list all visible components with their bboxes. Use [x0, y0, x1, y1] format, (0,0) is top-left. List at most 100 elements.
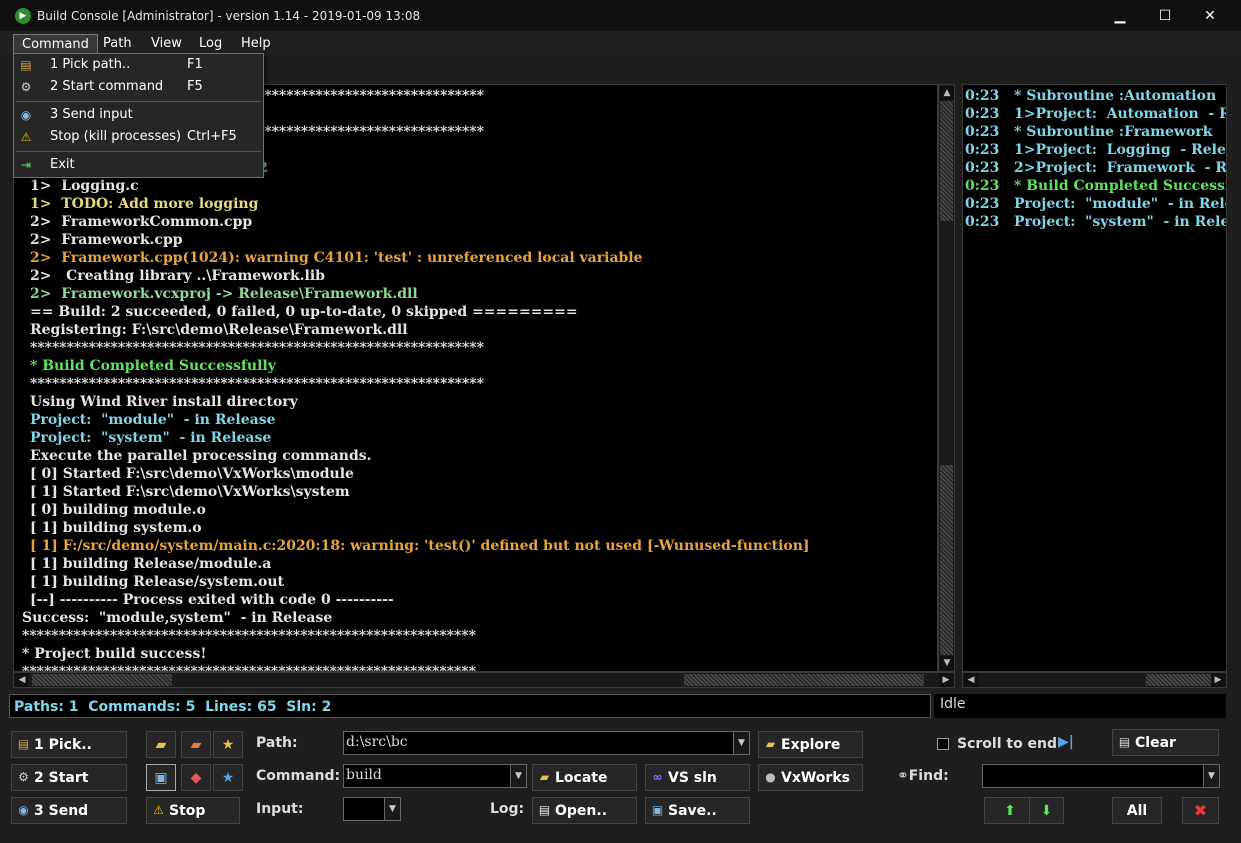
menu-item-send-input[interactable]: ◉ 3 Send input: [14, 104, 263, 126]
stop-button[interactable]: ⚠ Stop: [146, 797, 240, 824]
open-log-button-label: Open..: [555, 802, 608, 819]
console-line: Project: "module" - in Release: [30, 412, 276, 428]
path-input[interactable]: d:\src\bc ▼: [343, 731, 750, 755]
save-icon: ▣: [651, 803, 664, 817]
input-label: Input:: [256, 801, 304, 817]
hscrollbar-thumb[interactable]: [1146, 674, 1211, 686]
warning-icon: ⚠: [153, 803, 164, 817]
scroll-left-arrow-icon[interactable]: ◀: [15, 673, 29, 687]
menu-item-start-command[interactable]: ⚙ 2 Start command F5: [14, 76, 263, 98]
arrow-down-icon: ⬇: [1040, 802, 1053, 819]
menu-command[interactable]: Command: [13, 34, 98, 54]
app-icon: ▶: [15, 7, 31, 24]
send-button-label: 3 Send: [34, 802, 89, 819]
menu-item-label: Stop (kill processes): [50, 129, 182, 144]
scrollbar-thumb[interactable]: [940, 101, 953, 221]
input-field[interactable]: ▼: [343, 797, 401, 821]
star-icon: ★: [221, 736, 235, 753]
console-line: Success: "module,system" - in Release: [22, 610, 333, 626]
hscrollbar-track[interactable]: [684, 674, 924, 686]
save-log-button[interactable]: ▣ Save..: [645, 797, 750, 824]
summary-line: 0:23 1>Project: Automation - Re: [965, 106, 1227, 122]
hscrollbar-thumb[interactable]: [32, 674, 172, 686]
open-log-button[interactable]: ▤ Open..: [532, 797, 637, 824]
menu-view[interactable]: View: [143, 34, 190, 54]
remove-command-button[interactable]: ◆: [181, 764, 211, 791]
find-all-button[interactable]: All: [1112, 797, 1162, 824]
menu-log[interactable]: Log: [191, 34, 230, 54]
scroll-right-arrow-icon[interactable]: ▶: [939, 673, 953, 687]
command-input[interactable]: build ▼: [343, 764, 527, 788]
vs-sln-button[interactable]: ∞ VS sln: [645, 764, 750, 791]
menu-path[interactable]: Path: [95, 34, 140, 54]
menu-item-label: 3 Send input: [50, 107, 133, 122]
send-button[interactable]: ◉ 3 Send: [11, 797, 127, 824]
binoculars-icon: ⚭: [897, 768, 909, 784]
pick-button[interactable]: ▤ 1 Pick..: [11, 731, 127, 758]
chevron-down-icon[interactable]: ▼: [384, 798, 400, 820]
console-line: [ 1] Started F:\src\demo\VxWorks\system: [30, 484, 350, 500]
remove-path-button[interactable]: ▰: [181, 731, 211, 758]
start-button[interactable]: ⚙ 2 Start: [11, 764, 127, 791]
explore-button[interactable]: ▰ Explore: [758, 731, 863, 758]
clear-find-button[interactable]: ✖: [1182, 797, 1219, 824]
gear-icon: ⚙: [18, 770, 29, 784]
menu-item-exit[interactable]: ⇥ Exit: [14, 154, 263, 176]
skip-end-icon[interactable]: ▶|: [1058, 734, 1074, 750]
menu-item-pick-path[interactable]: ▤ 1 Pick path.. F1: [14, 54, 263, 76]
add-command-button[interactable]: ▣: [146, 764, 176, 791]
console-line: * Build Completed Successfully: [30, 358, 276, 374]
menu-separator: [16, 151, 261, 152]
book-icon: ▤: [20, 58, 32, 72]
chevron-down-icon[interactable]: ▼: [1203, 765, 1219, 787]
add-path-button[interactable]: ▰: [146, 731, 176, 758]
console-line: [ 1] F:/src/demo/system/main.c:2020:18: …: [30, 538, 810, 554]
console-line: 2> Framework.cpp: [30, 232, 183, 248]
console-line: ****************************************…: [30, 376, 484, 392]
console-vertical-scrollbar[interactable]: ▲ ▼: [938, 84, 955, 672]
gear-icon: ●: [765, 770, 776, 784]
console-line: * Project build success!: [22, 646, 207, 662]
locate-button[interactable]: ▰ Locate: [532, 764, 637, 791]
chevron-down-icon[interactable]: ▼: [510, 765, 526, 787]
close-button[interactable]: ✕: [1187, 0, 1233, 31]
console-horizontal-scrollbar[interactable]: ◀ ▶: [13, 672, 955, 688]
summary-line: 0:23 * Build Completed Successf: [965, 178, 1227, 194]
command-remove-icon: ◆: [190, 769, 202, 786]
menu-help[interactable]: Help: [233, 34, 279, 54]
menu-bar: Command Path View Log Help: [0, 31, 1241, 55]
scroll-down-arrow-icon[interactable]: ▼: [940, 656, 954, 670]
summary-log[interactable]: 0:23 * Subroutine :Automation 0:23 1>Proj…: [962, 84, 1227, 672]
console-line: Project: "system" - in Release: [30, 430, 272, 446]
antenna-icon: ◉: [18, 803, 29, 817]
path-value: d:\src\bc: [346, 734, 408, 750]
console-line: 2> Creating library ..\Framework.lib: [30, 268, 325, 284]
summary-line: 0:23 1>Project: Logging - Relea: [965, 142, 1227, 158]
antenna-icon: ◉: [20, 108, 32, 122]
favorite-command-button[interactable]: ★: [213, 764, 243, 791]
pick-button-label: 1 Pick..: [34, 736, 92, 753]
scroll-left-arrow-icon[interactable]: ◀: [964, 673, 978, 687]
maximize-button[interactable]: ☐: [1142, 0, 1188, 31]
scroll-right-arrow-icon[interactable]: ▶: [1211, 673, 1225, 687]
summary-line: 0:23 * Subroutine :Automation: [965, 88, 1217, 104]
find-input[interactable]: ▼: [982, 764, 1220, 788]
menu-item-stop[interactable]: ⚠ Stop (kill processes) Ctrl+F5: [14, 126, 263, 148]
console-line: [ 1] building Release/system.out: [30, 574, 284, 590]
favorite-path-button[interactable]: ★: [213, 731, 243, 758]
scroll-to-end-checkbox[interactable]: [937, 738, 949, 750]
command-add-icon: ▣: [154, 769, 168, 786]
find-next-button[interactable]: ⬇: [1029, 797, 1064, 824]
summary-line: 0:23 Project: "module" - in Rele: [965, 196, 1227, 212]
vxworks-button[interactable]: ● VxWorks: [758, 764, 863, 791]
clear-button[interactable]: ▤ Clear: [1112, 729, 1219, 756]
arrow-up-icon: ⬆: [1004, 802, 1016, 819]
book-icon: ▤: [17, 737, 30, 751]
console-line: 2> Framework.vcxproj -> Release\Framewor…: [30, 286, 418, 302]
scroll-up-arrow-icon[interactable]: ▲: [940, 86, 954, 100]
chevron-down-icon[interactable]: ▼: [733, 732, 749, 754]
scrollbar-track[interactable]: [940, 465, 953, 655]
minimize-button[interactable]: ▁: [1097, 0, 1143, 31]
menu-item-label: 2 Start command: [50, 79, 164, 94]
summary-horizontal-scrollbar[interactable]: ◀ ▶: [962, 672, 1227, 688]
